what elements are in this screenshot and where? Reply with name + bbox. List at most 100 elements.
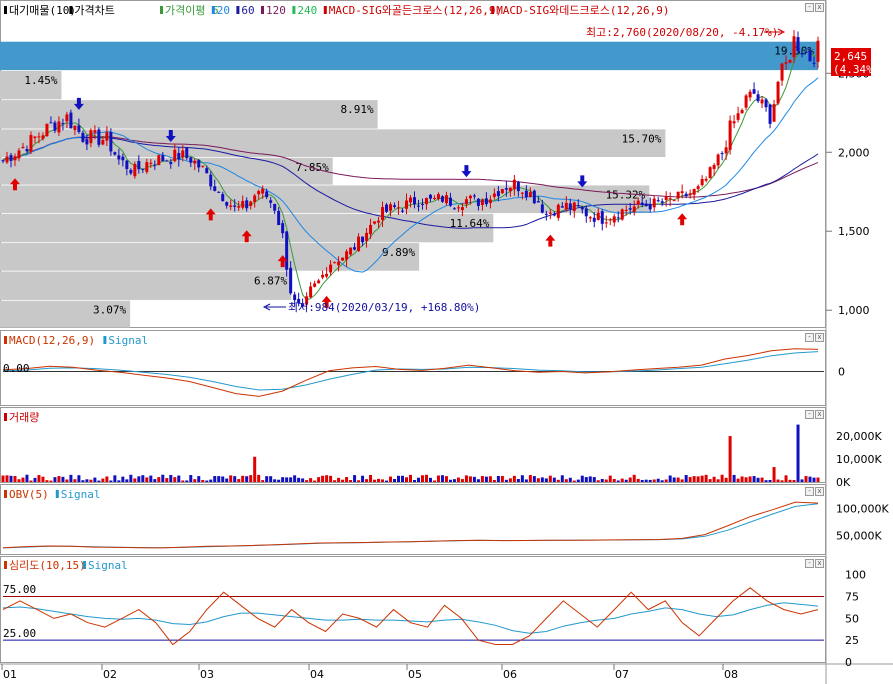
volume-bar bbox=[692, 476, 696, 482]
volume-bar bbox=[468, 476, 472, 482]
macd-panel-minimize-button[interactable]: - bbox=[805, 333, 814, 342]
volume-bar bbox=[808, 476, 812, 482]
volume-bar bbox=[321, 475, 325, 482]
obv-axis-tick: 50,000K bbox=[836, 530, 882, 543]
volume-bar bbox=[97, 480, 101, 482]
psy-75-level: 75.00 bbox=[3, 583, 36, 596]
candle-body bbox=[269, 200, 273, 203]
volume-bar bbox=[249, 475, 253, 482]
volume-bar bbox=[105, 476, 109, 482]
volume-bar bbox=[672, 477, 676, 482]
price-panel-close-icon[interactable]: x bbox=[815, 3, 824, 12]
psy-axis-tick: 0 bbox=[845, 656, 852, 669]
obv-panel-close-icon[interactable]: x bbox=[815, 487, 824, 496]
volume-bar bbox=[804, 476, 808, 482]
volume-bar bbox=[592, 477, 596, 482]
macd-panel-close-icon[interactable]: x bbox=[815, 333, 824, 342]
candle-body bbox=[640, 202, 644, 206]
volume-axis-tick: 0K bbox=[836, 476, 851, 489]
candle-body bbox=[688, 193, 692, 196]
volume-bar bbox=[536, 478, 540, 482]
volume-bar bbox=[676, 477, 680, 482]
price-panel-minimize-button[interactable]: - bbox=[805, 3, 814, 12]
volume-bar bbox=[560, 475, 564, 482]
volume-bar bbox=[233, 476, 237, 482]
psy-panel-close-icon[interactable]: x bbox=[815, 559, 824, 568]
candle-body bbox=[205, 168, 209, 174]
candle-body bbox=[464, 199, 468, 205]
volume-bar bbox=[680, 479, 684, 482]
candle-body bbox=[732, 121, 736, 124]
volume-bar bbox=[760, 477, 764, 482]
candle-body bbox=[620, 209, 624, 220]
candle-body bbox=[349, 247, 353, 255]
volume-bar bbox=[41, 476, 45, 482]
candle-body bbox=[552, 213, 556, 216]
price-axis-tick: 1,000 bbox=[838, 304, 870, 317]
volume-bar bbox=[724, 477, 728, 482]
volume-panel-minimize-button[interactable]: - bbox=[805, 410, 814, 419]
volume-bar bbox=[596, 480, 600, 482]
candle-body bbox=[5, 156, 9, 163]
volume-bar bbox=[149, 475, 153, 482]
obv-panel-minimize-button[interactable]: - bbox=[805, 487, 814, 496]
price-legend-item: 가격차트 bbox=[74, 4, 114, 17]
volume-bar bbox=[752, 476, 756, 482]
candle-body bbox=[520, 192, 524, 194]
volume-bar bbox=[93, 477, 97, 482]
candle-body bbox=[17, 150, 21, 159]
candle-body bbox=[412, 197, 416, 205]
volume-bar bbox=[197, 476, 201, 482]
month-axis-tick: 02 bbox=[103, 668, 117, 681]
volume-bar bbox=[89, 479, 93, 482]
volume-bar bbox=[297, 477, 301, 482]
volume-legend-swatch bbox=[4, 413, 7, 421]
candle-body bbox=[716, 154, 720, 166]
volume-bar bbox=[604, 479, 608, 482]
volume-bar bbox=[660, 480, 664, 482]
volume-bar bbox=[137, 476, 141, 482]
volume-profile-label: 15.70% bbox=[622, 132, 662, 145]
candle-body bbox=[233, 205, 237, 207]
candle-body bbox=[165, 160, 169, 162]
candle-body bbox=[428, 194, 432, 199]
volume-profile-label: 7.85% bbox=[296, 161, 329, 174]
volume-bar bbox=[428, 477, 432, 482]
volume-bar bbox=[696, 476, 700, 482]
psy-axis-tick: 50 bbox=[845, 612, 859, 625]
volume-bar bbox=[57, 476, 61, 482]
candle-body bbox=[377, 220, 381, 223]
candle-body bbox=[480, 199, 484, 205]
obv-legend-swatch bbox=[4, 490, 7, 498]
volume-bar bbox=[756, 477, 760, 482]
volume-bar bbox=[424, 474, 428, 482]
volume-bar bbox=[440, 475, 444, 482]
volume-bar bbox=[552, 477, 556, 482]
psy-panel-minimize-button[interactable]: - bbox=[805, 559, 814, 568]
candle-body bbox=[756, 94, 760, 102]
volume-panel-close-icon[interactable]: x bbox=[815, 410, 824, 419]
ma-legend-item: MACD-SIG와골든크로스(12,26,9) bbox=[329, 4, 502, 17]
volume-bar bbox=[796, 424, 800, 482]
ma-legend-swatch bbox=[491, 6, 495, 14]
candle-body bbox=[660, 201, 664, 203]
volume-bar bbox=[53, 477, 57, 482]
candle-body bbox=[644, 203, 648, 206]
volume-bar bbox=[85, 479, 89, 482]
candle-body bbox=[325, 273, 329, 277]
volume-bar bbox=[133, 478, 137, 482]
candle-body bbox=[436, 194, 440, 199]
candle-body bbox=[420, 203, 424, 205]
psy-axis-tick: 75 bbox=[845, 591, 859, 604]
volume-bar bbox=[572, 480, 576, 482]
volume-bar bbox=[736, 478, 740, 482]
candle-body bbox=[504, 188, 508, 190]
volume-bar bbox=[512, 475, 516, 482]
candle-body bbox=[217, 191, 221, 193]
candle-body bbox=[309, 286, 313, 298]
volume-bar bbox=[488, 476, 492, 482]
candle-body bbox=[61, 123, 65, 125]
volume-bar bbox=[285, 477, 289, 482]
obv-legend-item: Signal bbox=[61, 488, 101, 501]
candle-body bbox=[808, 50, 812, 62]
